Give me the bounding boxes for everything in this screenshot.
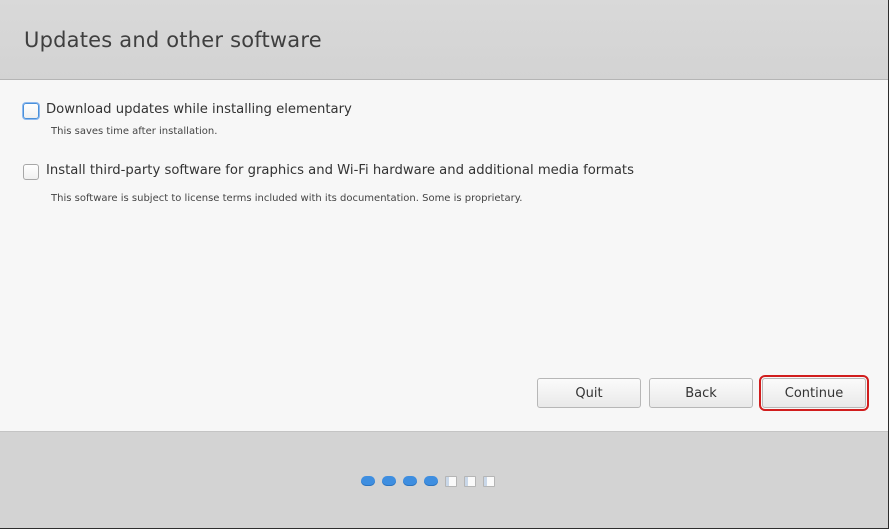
download-updates-checkbox[interactable]: [23, 103, 39, 119]
page-title: Updates and other software: [24, 28, 322, 52]
continue-button[interactable]: Continue: [759, 375, 869, 411]
installer-window: Updates and other software Download upda…: [0, 0, 889, 529]
third-party-software-checkbox[interactable]: [23, 164, 39, 180]
quit-button[interactable]: Quit: [537, 378, 641, 408]
third-party-software-label[interactable]: Install third-party software for graphic…: [46, 163, 634, 178]
download-updates-description: This saves time after installation.: [51, 126, 218, 137]
progress-step-pending: [483, 475, 495, 487]
back-button[interactable]: Back: [649, 378, 753, 408]
progress-step-completed: [403, 476, 417, 486]
third-party-software-description: This software is subject to license term…: [51, 193, 523, 204]
progress-step-completed: [382, 476, 396, 486]
footer-bar: [0, 431, 888, 528]
progress-step-completed: [361, 476, 375, 486]
page-header: Updates and other software: [0, 0, 888, 80]
step-progress-indicator: [361, 475, 495, 487]
progress-step-pending: [445, 475, 457, 487]
progress-step-completed: [424, 476, 438, 486]
progress-step-pending: [464, 475, 476, 487]
download-updates-label[interactable]: Download updates while installing elemen…: [46, 102, 352, 117]
